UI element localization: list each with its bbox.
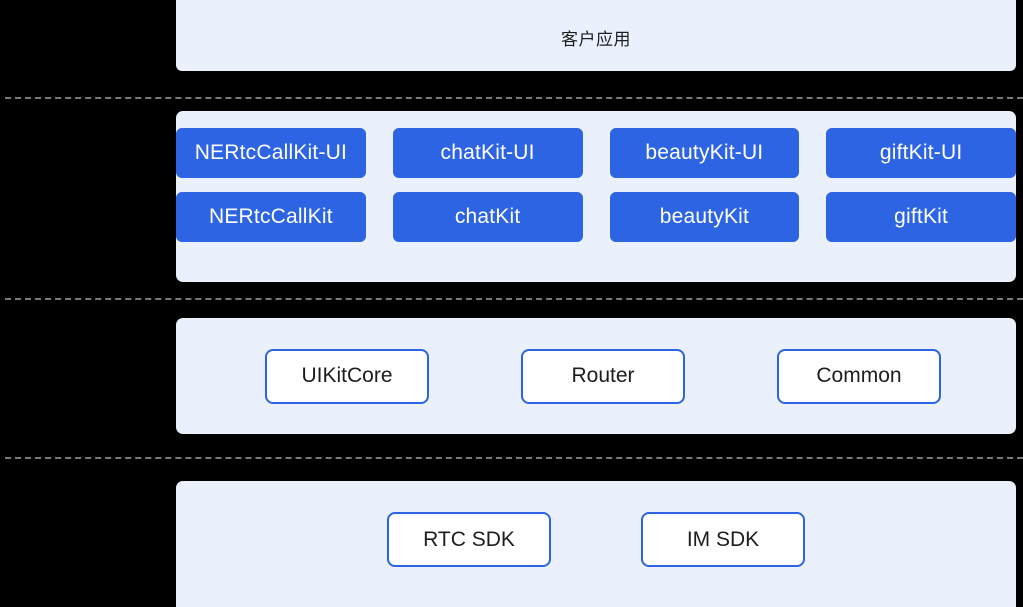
sdk-im[interactable]: IM SDK — [641, 512, 805, 567]
sdk-row: RTC SDK IM SDK — [176, 512, 1016, 567]
core-module-label: UIKitCore — [301, 364, 393, 387]
kit-chatkit-ui[interactable]: chatKit-UI — [392, 128, 583, 178]
kit-chatkit[interactable]: chatKit — [392, 192, 583, 242]
core-modules-row: UIKitCore Router Common — [176, 348, 1016, 404]
kit-beautykit-ui[interactable]: beautyKit-UI — [609, 128, 800, 178]
layer-divider-bottom — [5, 457, 1023, 459]
layer-divider-top — [5, 97, 1023, 99]
sdk-rtc[interactable]: RTC SDK — [387, 512, 551, 567]
client-application-label: 客户应用 — [561, 30, 631, 49]
layer-sdk: RTC SDK IM SDK — [176, 481, 1016, 607]
sdk-label: IM SDK — [686, 527, 760, 551]
kit-beautykit[interactable]: beautyKit — [609, 192, 800, 242]
kit-label: chatKit-UI — [440, 141, 535, 164]
kit-label: giftKit — [894, 205, 949, 228]
core-module-common[interactable]: Common — [777, 348, 941, 404]
kit-label: giftKit-UI — [879, 141, 963, 164]
kit-label: NERtcCallKit — [208, 205, 333, 228]
kit-label: beautyKit-UI — [645, 141, 764, 164]
kits-ui-row: NERtcCallKit-UI chatKit-UI beautyKit-UI … — [176, 128, 1016, 178]
core-module-uikitcore[interactable]: UIKitCore — [265, 348, 429, 404]
architecture-diagram: 客户应用 NERtcCallKit-UI chatKit-UI beautyKi… — [0, 0, 1023, 607]
kits-base-row: NERtcCallKit chatKit beautyKit giftKit — [176, 192, 1016, 242]
kit-nertccallkit[interactable]: NERtcCallKit — [176, 192, 366, 242]
layer-core-modules: UIKitCore Router Common — [176, 318, 1016, 434]
kit-label: beautyKit — [659, 205, 750, 228]
sdk-label: RTC SDK — [423, 527, 515, 551]
kit-label: NERtcCallKit-UI — [194, 141, 348, 164]
layer-client-application: 客户应用 — [176, 0, 1016, 71]
core-module-label: Common — [816, 364, 902, 387]
core-module-label: Router — [571, 364, 635, 387]
layer-kits: NERtcCallKit-UI chatKit-UI beautyKit-UI … — [176, 111, 1016, 282]
kit-nertccallkit-ui[interactable]: NERtcCallKit-UI — [176, 128, 366, 178]
core-module-router[interactable]: Router — [521, 348, 685, 404]
kit-giftkit-ui[interactable]: giftKit-UI — [826, 128, 1016, 178]
layer-divider-middle — [5, 298, 1023, 300]
kit-label: chatKit — [454, 205, 521, 228]
kit-giftkit[interactable]: giftKit — [826, 192, 1016, 242]
